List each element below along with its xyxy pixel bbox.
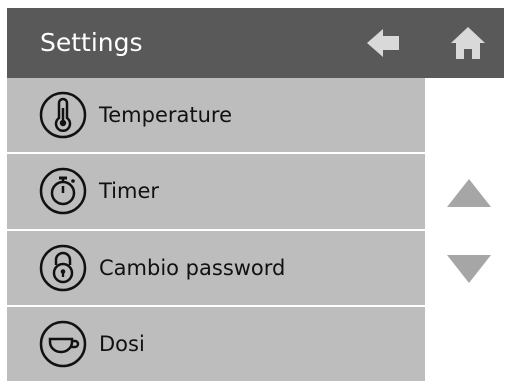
scroll-down-icon bbox=[447, 255, 491, 283]
cup-icon bbox=[39, 320, 87, 368]
menu-item-dosi[interactable]: Dosi bbox=[7, 306, 425, 381]
stopwatch-icon bbox=[39, 168, 87, 215]
menu-item-timer[interactable]: Timer bbox=[7, 154, 425, 231]
scroll-down-button[interactable] bbox=[445, 253, 493, 285]
arrow-left-icon bbox=[367, 29, 399, 57]
menu-item-label: Cambio password bbox=[99, 255, 286, 280]
menu-item-label: Timer bbox=[99, 179, 160, 204]
padlock-icon bbox=[39, 244, 87, 291]
menu-item-label: Dosi bbox=[99, 331, 145, 356]
scroll-up-icon bbox=[447, 179, 491, 207]
home-button[interactable] bbox=[448, 23, 488, 63]
page-title: Settings bbox=[40, 28, 143, 57]
back-button[interactable] bbox=[363, 23, 403, 63]
header-bar: Settings bbox=[7, 8, 504, 78]
menu-item-temperature[interactable]: Temperature bbox=[7, 78, 425, 155]
settings-menu: Temperature Timer Cambio password Dosi bbox=[7, 78, 425, 381]
scroll-up-button[interactable] bbox=[445, 177, 493, 209]
thermometer-icon bbox=[39, 91, 87, 139]
menu-item-label: Temperature bbox=[99, 103, 233, 127]
home-icon bbox=[451, 27, 485, 59]
menu-item-cambio-password[interactable]: Cambio password bbox=[7, 230, 425, 307]
